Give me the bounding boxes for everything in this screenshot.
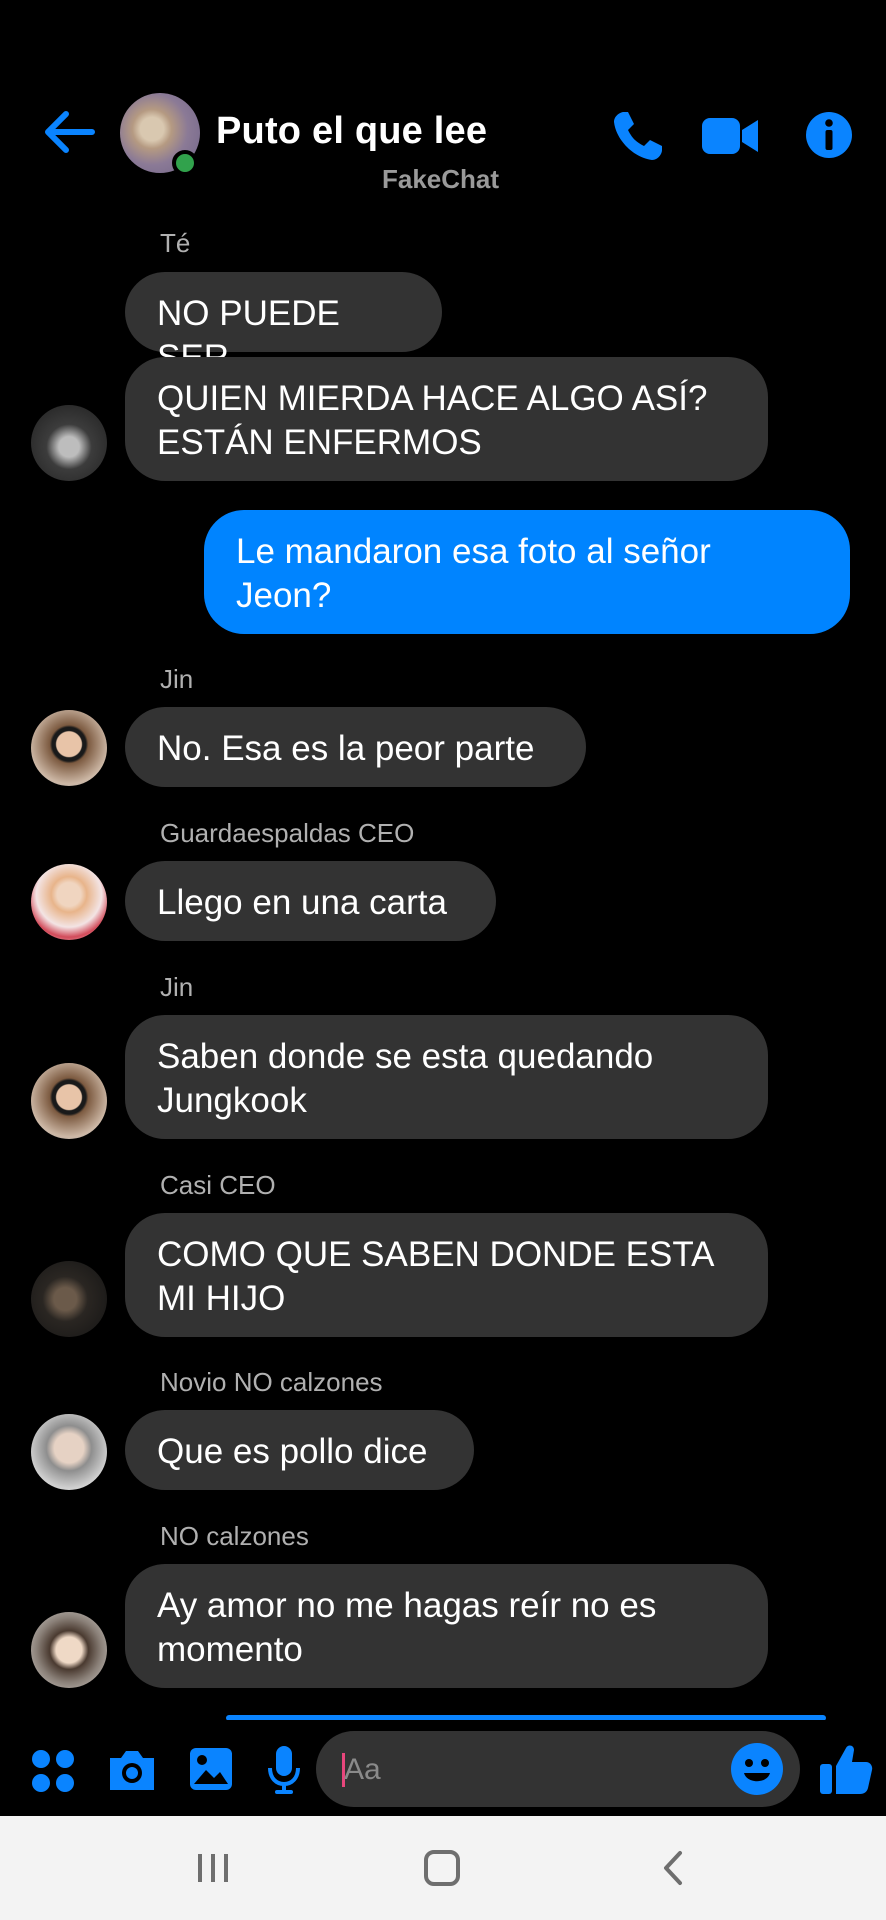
message-line: ESTÁN ENFERMOS <box>157 423 482 462</box>
recent-apps-icon[interactable] <box>196 1852 230 1884</box>
message-input-placeholder: Aa <box>344 1753 381 1786</box>
avatar[interactable] <box>31 405 107 481</box>
message-line: momento <box>157 1630 303 1669</box>
message-bubble[interactable]: No. Esa es la peor parte <box>125 707 586 787</box>
sender-name: Jin <box>160 972 194 1002</box>
apps-grid-icon[interactable] <box>30 1748 76 1794</box>
avatar[interactable] <box>31 1414 107 1490</box>
message-bubble[interactable]: Le mandaron esa foto al señor Jeon? <box>204 510 850 634</box>
message-line: Jeon? <box>236 576 332 615</box>
message-line: COMO QUE SABEN DONDE ESTA <box>157 1235 715 1274</box>
sender-name: Jin <box>160 664 194 694</box>
message-line: Saben donde se esta quedando <box>157 1037 654 1076</box>
avatar[interactable] <box>31 1261 107 1337</box>
avatar[interactable] <box>31 1063 107 1139</box>
thumbs-up-icon[interactable] <box>818 1740 874 1796</box>
sender-name: Casi CEO <box>160 1170 276 1200</box>
message-bubble[interactable]: Que es pollo dice <box>125 1410 474 1490</box>
message-line: Llego en una carta <box>157 883 447 922</box>
message-line: No. Esa es la peor parte <box>157 729 535 768</box>
message-bubble[interactable]: QUIEN MIERDA HACE ALGO ASÍ? ESTÁN ENFERM… <box>125 357 768 481</box>
sender-name: Novio NO calzones <box>160 1367 383 1397</box>
avatar[interactable] <box>31 1612 107 1688</box>
message-line: Ay amor no me hagas reír no es <box>157 1586 657 1625</box>
camera-icon[interactable] <box>106 1746 158 1794</box>
message-line: Que es pollo dice <box>157 1432 428 1471</box>
avatar[interactable] <box>31 710 107 786</box>
video-camera-icon[interactable] <box>700 108 760 164</box>
home-icon[interactable] <box>424 1850 460 1886</box>
message-line: Le mandaron esa foto al señor <box>236 532 711 571</box>
message-bubble[interactable]: Ay amor no me hagas reír no es momento <box>125 1564 768 1688</box>
phone-icon[interactable] <box>610 108 666 164</box>
avatar[interactable] <box>31 864 107 940</box>
message-line: Jungkook <box>157 1081 307 1120</box>
sender-name: Guardaespaldas CEO <box>160 818 415 848</box>
sender-name: NO calzones <box>160 1521 309 1551</box>
message-bubble[interactable]: Llego en una carta <box>125 861 496 941</box>
image-icon[interactable] <box>188 1746 234 1792</box>
message-bubble[interactable]: COMO QUE SABEN DONDE ESTA MI HIJO <box>125 1213 768 1337</box>
chat-title[interactable]: Puto el que lee <box>216 110 487 153</box>
message-line: QUIEN MIERDA HACE ALGO ASÍ? <box>157 379 708 418</box>
emoji-icon[interactable] <box>730 1742 784 1796</box>
message-bubble[interactable]: NO PUEDE SER <box>125 272 442 377</box>
microphone-icon[interactable] <box>266 1744 302 1796</box>
chat-subtitle: FakeChat <box>382 164 500 194</box>
arrow-left-icon[interactable] <box>40 108 96 156</box>
chat-header: Puto el que lee FakeChat <box>0 0 886 200</box>
info-icon[interactable] <box>804 110 854 160</box>
online-status-icon <box>172 150 198 176</box>
sender-name: Té <box>160 228 191 258</box>
back-nav-icon[interactable] <box>656 1850 690 1886</box>
message-bubble[interactable]: Saben donde se esta quedando Jungkook <box>125 1015 768 1139</box>
message-line: MI HIJO <box>157 1279 286 1318</box>
message-input[interactable] <box>316 1731 800 1807</box>
